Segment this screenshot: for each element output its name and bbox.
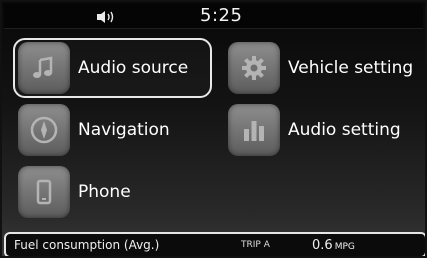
head-unit-screen: 5:25 Audio source Vehicle setting Naviga… <box>0 0 427 258</box>
mpg-unit: MPG <box>334 242 355 252</box>
compass-icon <box>18 104 70 156</box>
menu-label: Phone <box>78 182 131 202</box>
trip-label: TRIP A <box>241 240 270 250</box>
music-note-icon <box>18 42 70 94</box>
menu-item-audio-source[interactable]: Audio source <box>18 42 188 94</box>
menu-item-vehicle-setting[interactable]: Vehicle setting <box>228 42 413 94</box>
gear-icon <box>228 42 280 94</box>
menu-item-phone[interactable]: Phone <box>18 166 131 218</box>
clock: 5:25 <box>200 5 243 26</box>
status-bar: 5:25 <box>4 4 423 29</box>
menu-label: Audio setting <box>288 120 401 140</box>
fuel-consumption-bar[interactable]: Fuel consumption (Avg.) TRIP A 0.6 MPG <box>4 232 425 256</box>
fuel-consumption-label: Fuel consumption (Avg.) <box>14 238 160 252</box>
equalizer-icon <box>228 104 280 156</box>
menu-label: Audio source <box>78 58 189 78</box>
fuel-consumption-value: 0.6 MPG <box>312 238 355 253</box>
menu-label: Vehicle setting <box>288 58 414 78</box>
menu-item-navigation[interactable]: Navigation <box>18 104 170 156</box>
phone-icon <box>18 166 70 218</box>
mpg-value: 0.6 <box>312 238 333 253</box>
menu-item-audio-setting[interactable]: Audio setting <box>228 104 401 156</box>
menu-label: Navigation <box>78 120 170 140</box>
speaker-icon[interactable] <box>96 10 116 24</box>
